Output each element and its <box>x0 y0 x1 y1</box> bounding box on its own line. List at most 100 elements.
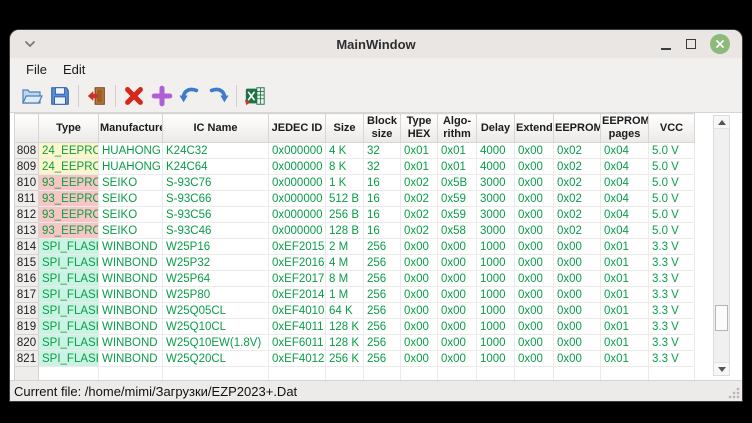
cell-extend[interactable]: 0x00 <box>515 159 554 175</box>
row-number[interactable]: 818 <box>15 303 39 319</box>
cell-block-size[interactable]: 16 <box>364 175 401 191</box>
cell-size[interactable]: 8 M <box>326 271 364 287</box>
cell-extend[interactable]: 0x00 <box>515 175 554 191</box>
cell-block-size[interactable]: 256 <box>364 319 401 335</box>
cell-delay[interactable]: 1000 <box>477 255 515 271</box>
cell-jedec-id[interactable]: 0x000000 <box>269 159 326 175</box>
cell-eeprom[interactable]: 0x00 <box>554 319 601 335</box>
cell-manufacture[interactable]: WINBOND <box>99 255 163 271</box>
cell-type-hex[interactable]: 0x00 <box>401 271 438 287</box>
cell-extend[interactable]: 0x00 <box>515 271 554 287</box>
cell-extend[interactable]: 0x00 <box>515 303 554 319</box>
cell-algo-rithm[interactable]: 0x00 <box>438 303 477 319</box>
cell-manufacture[interactable]: SEIKO <box>99 191 163 207</box>
cell-algo-rithm[interactable]: 0x00 <box>438 271 477 287</box>
cell-type[interactable]: SPI_FLASH <box>39 351 99 367</box>
row-number[interactable]: 808 <box>15 143 39 159</box>
save-button[interactable] <box>46 82 74 110</box>
cell-eeprom-pages[interactable]: 0x01 <box>601 255 649 271</box>
cell-jedec-id[interactable]: 0xEF4011 <box>269 319 326 335</box>
cell-algo-rithm[interactable]: 0x58 <box>438 223 477 239</box>
cell-type-hex[interactable]: 0x01 <box>401 159 438 175</box>
cell-block-size[interactable]: 256 <box>364 239 401 255</box>
titlebar[interactable]: MainWindow <box>10 30 742 58</box>
table-row[interactable]: 821SPI_FLASHWINBONDW25Q20CL0xEF4012256 K… <box>15 351 695 367</box>
cell-type-hex[interactable]: 0x00 <box>401 303 438 319</box>
cell-algo-rithm[interactable]: 0x59 <box>438 207 477 223</box>
cell-eeprom[interactable]: 0x02 <box>554 175 601 191</box>
cell-delay[interactable]: 1000 <box>477 271 515 287</box>
cell-jedec-id[interactable]: 0xEF2014 <box>269 287 326 303</box>
cell-delay[interactable]: 1000 <box>477 239 515 255</box>
cell-ic-name[interactable]: S-93C76 <box>163 175 269 191</box>
cell-manufacture[interactable]: WINBOND <box>99 319 163 335</box>
cell-type[interactable]: 93_EEPROM <box>39 207 99 223</box>
cell-delay[interactable]: 4000 <box>477 159 515 175</box>
cell-ic-name[interactable]: W25P80 <box>163 287 269 303</box>
cell-eeprom[interactable]: 0x02 <box>554 191 601 207</box>
cell-size[interactable]: 128 B <box>326 223 364 239</box>
cell-jedec-id[interactable]: 0xEF4012 <box>269 351 326 367</box>
cell-extend[interactable]: 0x00 <box>515 351 554 367</box>
cell-manufacture[interactable]: WINBOND <box>99 335 163 351</box>
cell-type-hex[interactable]: 0x02 <box>401 223 438 239</box>
cell-eeprom[interactable]: 0x02 <box>554 143 601 159</box>
scroll-up-button[interactable] <box>714 116 729 129</box>
cell-type[interactable]: 93_EEPROM <box>39 191 99 207</box>
cell-type-hex[interactable]: 0x00 <box>401 239 438 255</box>
cell-delay[interactable]: 1000 <box>477 319 515 335</box>
cell-vcc[interactable]: 3.3 V <box>649 287 695 303</box>
cell-size[interactable]: 256 K <box>326 351 364 367</box>
cell-extend[interactable]: 0x00 <box>515 319 554 335</box>
table-row[interactable]: 817SPI_FLASHWINBONDW25P800xEF20141 M2560… <box>15 287 695 303</box>
row-number[interactable]: 812 <box>15 207 39 223</box>
table-row[interactable]: 81093_EEPROMSEIKOS-93C760x0000001 K160x0… <box>15 175 695 191</box>
cell-delay[interactable]: 1000 <box>477 335 515 351</box>
cell-ic-name[interactable]: W25Q05CL <box>163 303 269 319</box>
vertical-scrollbar[interactable] <box>713 115 730 376</box>
redo-button[interactable] <box>204 82 232 110</box>
table-row[interactable]: 819SPI_FLASHWINBONDW25Q10CL0xEF4011128 K… <box>15 319 695 335</box>
column-header[interactable]: EEPROM <box>554 114 601 143</box>
cell-type[interactable]: SPI_FLASH <box>39 239 99 255</box>
cell-vcc[interactable]: 3.3 V <box>649 239 695 255</box>
scrollbar-thumb[interactable] <box>715 305 728 331</box>
cell-type-hex[interactable]: 0x02 <box>401 191 438 207</box>
cell-manufacture[interactable]: HUAHONG <box>99 143 163 159</box>
table-row[interactable]: 81393_EEPROMSEIKOS-93C460x000000128 B160… <box>15 223 695 239</box>
cell-type[interactable]: 24_EEPROM <box>39 143 99 159</box>
cell-eeprom[interactable]: 0x00 <box>554 255 601 271</box>
cell-extend[interactable]: 0x00 <box>515 287 554 303</box>
cell-delay[interactable]: 4000 <box>477 143 515 159</box>
cell-eeprom-pages[interactable]: 0x04 <box>601 159 649 175</box>
cell-type-hex[interactable]: 0x02 <box>401 207 438 223</box>
cell-eeprom-pages[interactable]: 0x01 <box>601 351 649 367</box>
cell-extend[interactable]: 0x00 <box>515 143 554 159</box>
row-number[interactable]: 814 <box>15 239 39 255</box>
cell-jedec-id[interactable]: 0x000000 <box>269 191 326 207</box>
table-row[interactable]: 81293_EEPROMSEIKOS-93C560x000000256 B160… <box>15 207 695 223</box>
cell-type[interactable]: SPI_FLASH <box>39 287 99 303</box>
cell-type[interactable]: 24_EEPROM <box>39 159 99 175</box>
cell-extend[interactable]: 0x00 <box>515 335 554 351</box>
row-number[interactable]: 813 <box>15 223 39 239</box>
cell-eeprom-pages[interactable]: 0x01 <box>601 319 649 335</box>
cell-manufacture[interactable]: WINBOND <box>99 351 163 367</box>
cell-eeprom-pages[interactable]: 0x01 <box>601 303 649 319</box>
table-row[interactable]: 814SPI_FLASHWINBONDW25P160xEF20152 M2560… <box>15 239 695 255</box>
cell-type[interactable]: SPI_FLASH <box>39 303 99 319</box>
close-button[interactable] <box>710 34 730 54</box>
cell-delay[interactable]: 1000 <box>477 287 515 303</box>
cell-type[interactable]: 93_EEPROM <box>39 175 99 191</box>
row-number[interactable]: 816 <box>15 271 39 287</box>
cell-eeprom-pages[interactable]: 0x04 <box>601 207 649 223</box>
column-header[interactable]: JEDEC ID <box>269 114 326 143</box>
row-number[interactable]: 815 <box>15 255 39 271</box>
table-row[interactable]: 81193_EEPROMSEIKOS-93C660x000000512 B160… <box>15 191 695 207</box>
cell-size[interactable]: 1 K <box>326 175 364 191</box>
cell-size[interactable]: 64 K <box>326 303 364 319</box>
cell-algo-rithm[interactable]: 0x59 <box>438 191 477 207</box>
cell-manufacture[interactable]: WINBOND <box>99 287 163 303</box>
column-header[interactable]: Manufacture <box>99 114 163 143</box>
row-number[interactable]: 810 <box>15 175 39 191</box>
